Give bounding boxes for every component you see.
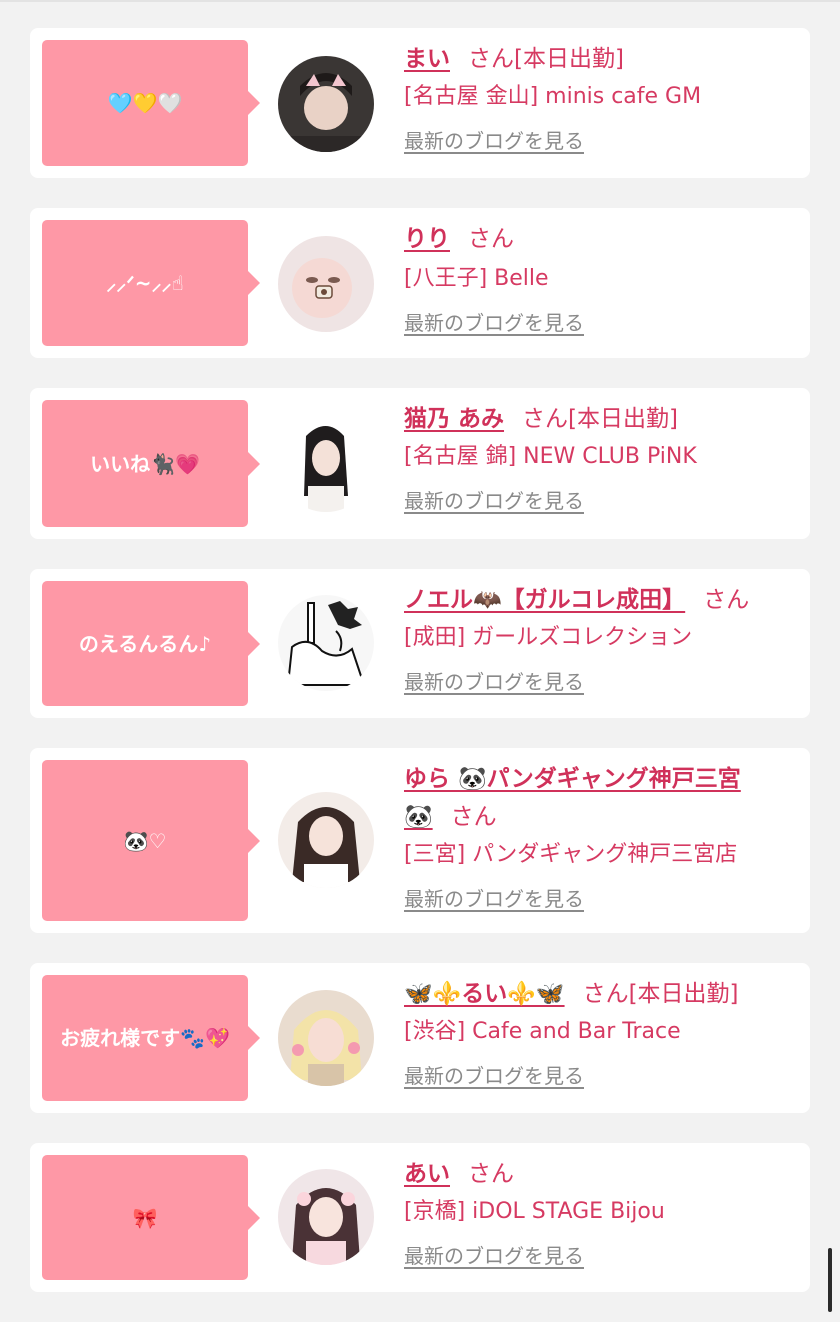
comment-text: 🐼♡	[123, 828, 167, 853]
comment-bubble: お疲れ様です🐾💖	[42, 975, 260, 1101]
honorific: さん	[468, 1161, 514, 1187]
comment-text: いいね🐈‍⬛💗	[90, 451, 200, 476]
avatar[interactable]	[278, 792, 374, 888]
latest-blog-link[interactable]: 最新のブログを見る	[404, 124, 584, 158]
avatar[interactable]	[278, 56, 374, 152]
profile-info: 猫乃 あみ さん[本日出勤] [名古屋 錦] NEW CLUB PiNK 最新のブ…	[404, 400, 804, 518]
latest-blog-link[interactable]: 最新のブログを見る	[404, 1059, 584, 1093]
avatar-image	[278, 990, 374, 1086]
avatar[interactable]	[278, 416, 374, 512]
profile-info: りり さん [八王子] Belle 最新のブログを見る	[404, 220, 804, 340]
shop-name: [渋谷] Cafe and Bar Trace	[404, 1019, 681, 1044]
name-line: ゆら 🐼パンダギャング神戸三宮	[404, 760, 804, 798]
avatar-image	[278, 1169, 374, 1265]
profile-card[interactable]: ⸝⸝ᐟ~⸝⸝☝︎ りり さん [八王子] Belle 最新のブログを見る	[30, 208, 810, 358]
avatar-image	[278, 595, 374, 691]
shop-name: [八王子] Belle	[404, 266, 549, 291]
avatar-image	[278, 792, 374, 888]
shop-name: [京橋] iDOL STAGE Bijou	[404, 1199, 665, 1224]
comment-text: ⸝⸝ᐟ~⸝⸝☝︎	[106, 271, 184, 295]
avatar[interactable]	[278, 1169, 374, 1265]
name-line: 🦋⚜️るい⚜️🦋 さん[本日出勤]	[404, 975, 804, 1013]
comment-text: お疲れ様です🐾💖	[60, 1026, 230, 1050]
avatar-image	[278, 56, 374, 152]
profile-name-link[interactable]: ゆら 🐼パンダギャング神戸三宮	[404, 766, 741, 792]
avatar[interactable]	[278, 990, 374, 1086]
profile-name-link[interactable]: りり	[404, 226, 450, 252]
avatar[interactable]	[278, 595, 374, 691]
latest-blog-link[interactable]: 最新のブログを見る	[404, 665, 584, 699]
comment-bubble: のえるんるん♪	[42, 581, 260, 706]
name-line: りり さん	[404, 220, 804, 258]
profile-card[interactable]: 🩵💛🤍 まい さん[本日出勤] [名古屋 金山] minis cafe GM 最新…	[30, 28, 810, 178]
comment-text: のえるんるん♪	[78, 631, 212, 656]
profile-card[interactable]: のえるんるん♪ ノエル🦇【ガルコレ成田】 さん [成田] ガールズコレクション 最…	[30, 569, 810, 718]
profile-name-link[interactable]: 猫乃 あみ	[404, 406, 504, 432]
avatar-image	[278, 236, 374, 332]
profile-info: 🦋⚜️るい⚜️🦋 さん[本日出勤] [渋谷] Cafe and Bar Trace…	[404, 975, 804, 1093]
honorific: さん	[522, 406, 569, 432]
status-badge: [本日出勤]	[514, 46, 624, 72]
status-badge: [本日出勤]	[628, 981, 739, 1007]
profile-info: あい さん [京橋] iDOL STAGE Bijou 最新のブログを見る	[404, 1155, 804, 1273]
profile-info: まい さん[本日出勤] [名古屋 金山] minis cafe GM 最新のブログ…	[404, 40, 804, 158]
profile-info: ゆら 🐼パンダギャング神戸三宮 🐼 さん [三宮] パンダギャング神戸三宮店 最新…	[404, 760, 804, 916]
shop-name: [三宮] パンダギャング神戸三宮店	[404, 842, 738, 867]
comment-bubble: ⸝⸝ᐟ~⸝⸝☝︎	[42, 220, 260, 346]
name-line-continued: 🐼 さん	[404, 798, 804, 836]
comment-text: 🎀	[132, 1205, 158, 1230]
latest-blog-link[interactable]: 最新のブログを見る	[404, 882, 584, 916]
comment-bubble: 🩵💛🤍	[42, 40, 260, 166]
profile-card[interactable]: 🐼♡ ゆら 🐼パンダギャング神戸三宮 🐼 さん [三宮] パンダギャング神戸三宮店…	[30, 748, 810, 933]
top-divider	[0, 0, 840, 2]
latest-blog-link[interactable]: 最新のブログを見る	[404, 306, 584, 340]
profile-card[interactable]: いいね🐈‍⬛💗 猫乃 あみ さん[本日出勤] [名古屋 錦] NEW CLUB P…	[30, 388, 810, 539]
name-line: ノエル🦇【ガルコレ成田】 さん	[404, 581, 804, 619]
name-line: あい さん	[404, 1155, 804, 1193]
profile-card[interactable]: 🎀 あい さん [京橋] iDOL STAGE Bijou 最新のブログを見る	[30, 1143, 810, 1292]
profile-name-link[interactable]: ノエル🦇【ガルコレ成田】	[404, 587, 685, 613]
name-line: 猫乃 あみ さん[本日出勤]	[404, 400, 804, 438]
profile-card[interactable]: お疲れ様です🐾💖 🦋⚜️るい⚜️🦋 さん[本日出勤] [渋谷] Cafe and …	[30, 963, 810, 1113]
latest-blog-link[interactable]: 最新のブログを見る	[404, 484, 584, 518]
honorific: さん	[703, 587, 750, 613]
profile-name-link-continued[interactable]: 🐼	[404, 804, 433, 830]
honorific: さん	[450, 804, 497, 830]
scrollbar[interactable]	[828, 1248, 832, 1312]
avatar-image	[278, 416, 374, 512]
avatar[interactable]	[278, 236, 374, 332]
shop-name: [名古屋 金山] minis cafe GM	[404, 84, 702, 109]
comment-bubble: いいね🐈‍⬛💗	[42, 400, 260, 527]
honorific: さん	[468, 226, 514, 252]
honorific: さん	[468, 46, 514, 72]
shop-name: [名古屋 錦] NEW CLUB PiNK	[404, 444, 697, 469]
profile-list: 🩵💛🤍 まい さん[本日出勤] [名古屋 金山] minis cafe GM 最新…	[30, 28, 810, 1322]
comment-text: 🩵💛🤍	[107, 91, 183, 115]
comment-bubble: 🐼♡	[42, 760, 260, 921]
profile-name-link[interactable]: 🦋⚜️るい⚜️🦋	[404, 981, 565, 1007]
profile-name-link[interactable]: あい	[404, 1161, 450, 1187]
profile-name-link[interactable]: まい	[404, 46, 450, 72]
honorific: さん	[582, 981, 629, 1007]
shop-name: [成田] ガールズコレクション	[404, 625, 693, 650]
comment-bubble: 🎀	[42, 1155, 260, 1280]
profile-info: ノエル🦇【ガルコレ成田】 さん [成田] ガールズコレクション 最新のブログを見る	[404, 581, 804, 699]
status-badge: [本日出勤]	[568, 406, 678, 432]
latest-blog-link[interactable]: 最新のブログを見る	[404, 1239, 584, 1273]
name-line: まい さん[本日出勤]	[404, 40, 804, 78]
